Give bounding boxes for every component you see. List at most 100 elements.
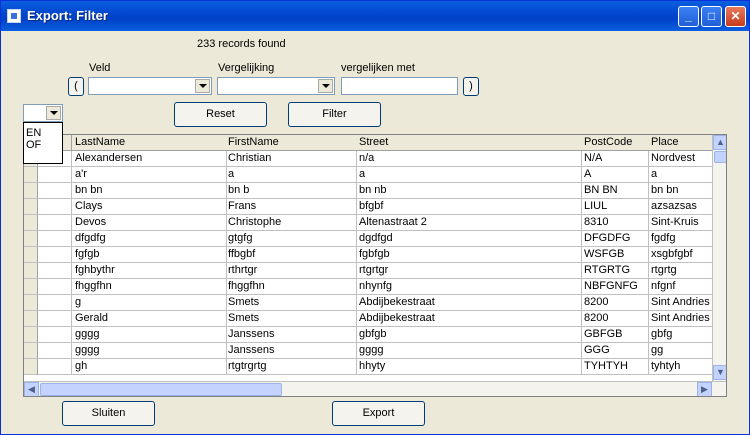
table-cell[interactable]: bn bn [72,183,227,199]
table-cell[interactable]: rtgrtgr [356,263,582,279]
table-cell[interactable]: xsgbfgbf [648,247,713,263]
table-row[interactable]: Gerald Smets Abdijbekestraat 8200 Sint Andri… [24,311,713,327]
horizontal-scrollbar[interactable]: ◀ ▶ [24,381,726,396]
table-cell[interactable]: gg [648,343,713,359]
table-cell[interactable]: gggg [356,343,582,359]
table-cell[interactable]: rtgrtg [648,263,713,279]
table-cell[interactable]: 8310 [581,215,649,231]
table-cell[interactable]: gggg [72,343,227,359]
table-cell[interactable]: Sint Andries [648,311,713,327]
table-cell[interactable]: Smets [225,311,357,327]
row-selector[interactable] [24,327,38,343]
row-selector[interactable] [24,359,38,375]
table-cell[interactable]: fhggfhn [225,279,357,295]
table-cell[interactable]: Gerald [72,311,227,327]
chevron-down-icon[interactable] [318,79,333,93]
chevron-down-icon[interactable] [195,79,210,93]
table-cell[interactable]: Janssens [225,343,357,359]
vertical-scroll-thumb[interactable] [714,151,726,163]
table-cell[interactable]: fgbfgb [356,247,582,263]
column-header-postcode[interactable]: PostCode [581,135,649,151]
scroll-right-button[interactable]: ▶ [697,382,712,396]
table-cell[interactable]: GGG [581,343,649,359]
table-cell[interactable]: hhyty [356,359,582,375]
table-cell[interactable]: Sint-Kruis [648,215,713,231]
table-row[interactable]: bn bn bn b bn nb BN BN bn bn [24,183,713,199]
table-cell[interactable]: a [356,167,582,183]
table-cell[interactable]: fhggfhn [72,279,227,295]
row-selector[interactable] [24,167,38,183]
chevron-down-icon[interactable] [46,106,61,120]
table-cell[interactable]: nfgnf [648,279,713,295]
table-cell[interactable]: Devos [72,215,227,231]
logic-option-en[interactable]: EN [24,127,62,139]
open-paren-button[interactable]: ( [68,77,84,96]
table-row[interactable]: gh rtgtrgrtg hhyty TYHTYH tyhtyh [24,359,713,375]
table-cell[interactable]: Abdijbekestraat [356,311,582,327]
table-cell[interactable]: Christian [225,151,357,167]
table-cell[interactable]: bn b [225,183,357,199]
table-cell[interactable]: ffbgbf [225,247,357,263]
column-header-firstname[interactable]: FirstName [225,135,357,151]
table-cell[interactable]: fgfgb [72,247,227,263]
table-cell[interactable]: Smets [225,295,357,311]
table-cell[interactable]: Clays [72,199,227,215]
row-selector[interactable] [24,215,38,231]
table-cell[interactable]: RTGRTG [581,263,649,279]
table-cell[interactable]: a [225,167,357,183]
table-row[interactable]: Clays Frans bfgbf LIUL azsazsas [24,199,713,215]
close-button[interactable]: Sluiten [62,401,155,426]
table-cell[interactable]: gtgfg [225,231,357,247]
table-cell[interactable]: Christophe [225,215,357,231]
scroll-left-button[interactable]: ◀ [24,382,39,396]
table-cell[interactable]: BN BN [581,183,649,199]
table-cell[interactable]: tyhtyh [648,359,713,375]
table-row[interactable]: Devos Christophe Altenastraat 2 8310 Sint-Kr… [24,215,713,231]
column-header-street[interactable]: Street [356,135,582,151]
table-cell[interactable]: gbfgb [356,327,582,343]
table-cell[interactable]: g [72,295,227,311]
close-window-button[interactable]: ✕ [725,6,746,27]
table-row[interactable]: gggg Janssens gggg GGG gg [24,343,713,359]
table-cell[interactable]: NBFGNFG [581,279,649,295]
table-cell[interactable]: Alexandersen [72,151,227,167]
table-cell[interactable]: TYHTYH [581,359,649,375]
row-selector[interactable] [24,263,38,279]
column-header-place[interactable]: Place [648,135,713,151]
scroll-down-button[interactable]: ▼ [713,365,726,380]
logic-option-of[interactable]: OF [24,139,62,151]
column-header-lastname[interactable]: LastName [72,135,227,151]
comparison-select[interactable] [217,77,335,95]
table-cell[interactable]: N/A [581,151,649,167]
vertical-scrollbar[interactable]: ▲ ▼ [712,135,726,381]
table-cell[interactable]: azsazsas [648,199,713,215]
table-cell[interactable]: rtgtrgrtg [225,359,357,375]
minimize-button[interactable]: _ [678,6,699,27]
table-cell[interactable]: a [648,167,713,183]
table-cell[interactable]: rthrtgr [225,263,357,279]
filter-button[interactable]: Filter [288,102,381,127]
table-cell[interactable]: 8200 [581,311,649,327]
table-cell[interactable]: A [581,167,649,183]
row-selector[interactable] [24,183,38,199]
table-cell[interactable]: n/a [356,151,582,167]
table-cell[interactable]: a'r [72,167,227,183]
table-row[interactable]: dfgdfg gtgfg dgdfgd DFGDFG fgdfg [24,231,713,247]
table-row[interactable]: gggg Janssens gbfgb GBFGB gbfg [24,327,713,343]
table-cell[interactable]: 8200 [581,295,649,311]
table-cell[interactable]: fgdfg [648,231,713,247]
table-row[interactable]: fgfgb ffbgbf fgbfgb WSFGB xsgbfgbf [24,247,713,263]
row-selector[interactable] [24,279,38,295]
table-cell[interactable]: bn bn [648,183,713,199]
horizontal-scroll-thumb[interactable] [40,383,282,396]
scroll-up-button[interactable]: ▲ [713,135,726,150]
row-selector[interactable] [24,311,38,327]
table-cell[interactable]: Abdijbekestraat [356,295,582,311]
table-cell[interactable]: GBFGB [581,327,649,343]
logic-select[interactable] [23,104,63,122]
table-cell[interactable]: fghbythr [72,263,227,279]
compare-with-input[interactable] [341,77,458,95]
table-cell[interactable]: gbfg [648,327,713,343]
close-paren-button[interactable]: ) [463,77,479,96]
table-cell[interactable]: Frans [225,199,357,215]
